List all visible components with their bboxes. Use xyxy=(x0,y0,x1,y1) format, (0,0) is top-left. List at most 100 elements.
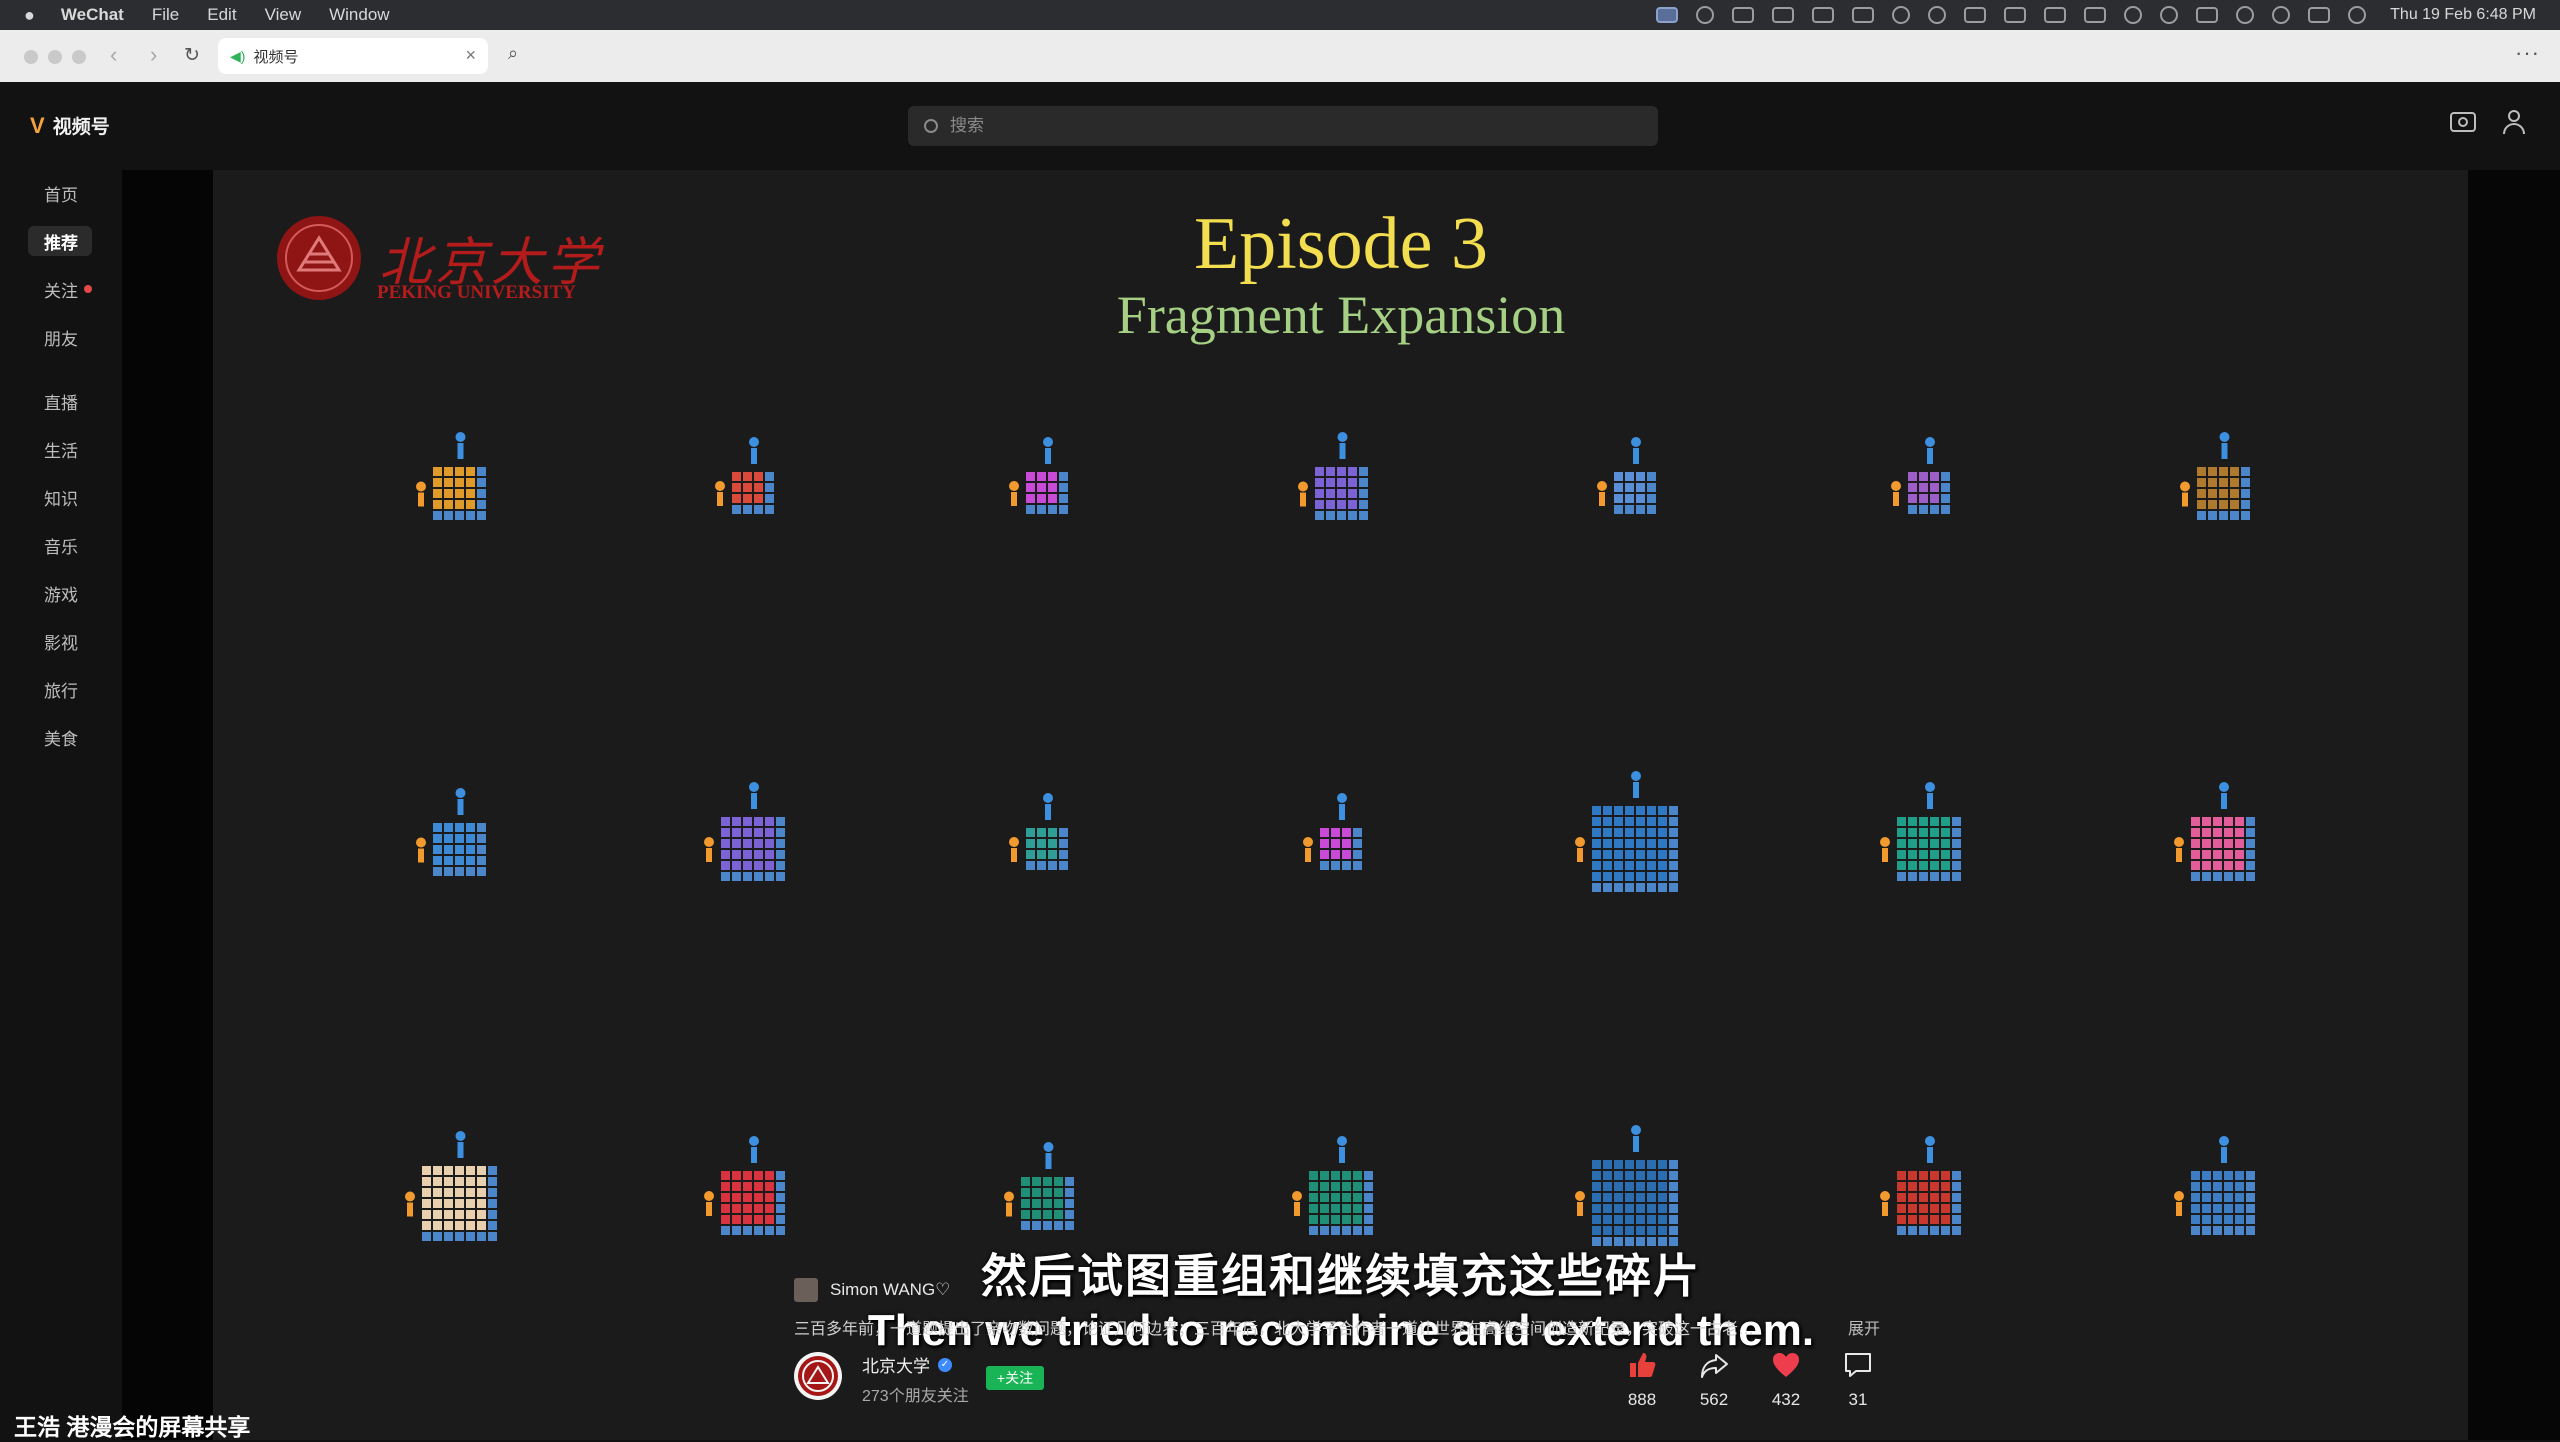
sidebar-item-following[interactable]: 关注 xyxy=(28,274,92,304)
fragment-figure xyxy=(1875,771,1981,897)
input-method-icon[interactable] xyxy=(2044,7,2067,23)
status-icons: Thu 19 Feb 6:48 PM xyxy=(1638,0,2536,30)
channel-name-row[interactable]: 北京大学 ✓ xyxy=(862,1352,952,1377)
fragment-figure xyxy=(999,1131,1094,1246)
screen-share-label: 王浩 港漫会的屏幕共享 xyxy=(14,1414,251,1440)
sidebar-item-label: 首页 xyxy=(44,185,78,205)
search-icon[interactable]: ⌕ xyxy=(508,43,518,64)
camera-icon[interactable] xyxy=(2450,112,2476,132)
notion-status-icon[interactable] xyxy=(1964,7,1987,23)
menu-view[interactable]: View xyxy=(265,5,302,25)
close-window-button[interactable] xyxy=(24,50,38,64)
play-status-icon[interactable] xyxy=(2124,6,2143,24)
sidebar-item-travel[interactable]: 旅行 xyxy=(28,674,92,704)
like-button[interactable]: 888 xyxy=(1612,1348,1672,1410)
user-icon[interactable] xyxy=(2502,110,2526,134)
right-margin xyxy=(2468,170,2560,1440)
window-status-icon[interactable] xyxy=(1772,7,1795,23)
clipboard-status-icon[interactable] xyxy=(1812,7,1835,23)
cloud-status-icon[interactable] xyxy=(1892,6,1911,24)
sidebar-item-film[interactable]: 影视 xyxy=(28,626,92,656)
fragment-figure xyxy=(400,1120,517,1257)
author-row[interactable]: Simon WANG♡ xyxy=(794,1278,950,1302)
share-button[interactable]: 562 xyxy=(1684,1348,1744,1410)
more-icon[interactable]: ··· xyxy=(2515,40,2540,66)
episode-subtitle: Fragment Expansion xyxy=(1116,285,1566,345)
fragment-figure xyxy=(1886,426,1970,530)
author-name: Simon WANG♡ xyxy=(830,1280,951,1299)
like-count: 888 xyxy=(1627,1390,1657,1409)
bluetooth-status-icon[interactable] xyxy=(2004,7,2027,23)
sidebar-item-life[interactable]: 生活 xyxy=(28,434,92,464)
fragment-figure xyxy=(2169,1125,2275,1251)
sidebar-item-food[interactable]: 美食 xyxy=(28,722,92,752)
thumbs-up-icon xyxy=(1612,1348,1672,1382)
channel-name: 北京大学 xyxy=(862,1357,930,1376)
wechat-status-icon[interactable] xyxy=(1928,6,1947,24)
system-menu-bar: ● WeChat File Edit View Window Thu 19 Fe… xyxy=(0,0,2560,30)
minimize-window-button[interactable] xyxy=(48,50,62,64)
search-input[interactable] xyxy=(948,115,1632,137)
close-tab-icon[interactable]: × xyxy=(465,45,476,66)
app-header: V 视频号 xyxy=(0,82,2560,170)
channel-avatar[interactable] xyxy=(794,1352,842,1400)
sidebar-item-recommended[interactable]: 推荐 xyxy=(28,226,92,256)
menu-file[interactable]: File xyxy=(152,5,179,25)
post-description: 三百多年前，一道题提出了亲吻数问题，论证几何边界；三百年后，北大学子合作者一道让… xyxy=(794,1321,1755,1338)
sidebar: 首页 推荐 关注 朋友 直播 生活 知识 音乐 游戏 影视 旅行 美食 xyxy=(0,170,122,1440)
fragment-figure xyxy=(699,1125,805,1251)
forward-icon[interactable]: › xyxy=(150,42,157,68)
photo-status-icon[interactable] xyxy=(1852,7,1875,23)
speaker-icon: ◀) xyxy=(230,47,246,64)
expand-link[interactable]: 展开 xyxy=(1848,1315,1880,1339)
control-center-icon[interactable] xyxy=(2308,7,2331,23)
battery-icon[interactable] xyxy=(2196,7,2219,23)
sidebar-item-label: 游戏 xyxy=(44,585,78,605)
calendar-status-icon[interactable] xyxy=(1732,7,1755,23)
sidebar-item-home[interactable]: 首页 xyxy=(28,178,92,208)
reload-icon[interactable]: ↻ xyxy=(184,44,200,67)
spotlight-icon[interactable] xyxy=(2272,6,2291,24)
back-icon[interactable]: ‹ xyxy=(110,42,117,68)
apple-menu-icon[interactable]: ● xyxy=(24,5,35,26)
sidebar-item-knowledge[interactable]: 知识 xyxy=(28,482,92,512)
sidebar-item-label: 朋友 xyxy=(44,329,78,349)
display-status-icon[interactable] xyxy=(2084,7,2107,23)
sidebar-item-live[interactable]: 直播 xyxy=(28,386,92,416)
fragment-figure xyxy=(1875,1125,1981,1251)
comment-icon xyxy=(1828,1348,1888,1382)
screen-share-status-icon[interactable] xyxy=(1656,7,1679,23)
fragment-figure xyxy=(2169,771,2275,897)
zoom-window-button[interactable] xyxy=(72,50,86,64)
channels-logo-icon: V xyxy=(30,112,45,138)
menu-app-name[interactable]: WeChat xyxy=(61,5,124,25)
sidebar-item-label: 音乐 xyxy=(44,537,78,557)
comment-button[interactable]: 31 xyxy=(1828,1348,1888,1410)
sidebar-item-friends[interactable]: 朋友 xyxy=(28,322,92,352)
video-frame[interactable]: 北京大学 PEKING UNIVERSITY Episode 3 Fragmen… xyxy=(213,170,2469,1440)
siri-icon[interactable] xyxy=(2348,6,2367,24)
browser-tab[interactable]: ◀) 视频号 × xyxy=(218,38,488,74)
fragment-figure xyxy=(1298,782,1382,886)
episode-title: Episode 3 xyxy=(1194,203,1488,285)
heart-button[interactable]: 432 xyxy=(1756,1348,1816,1410)
tab-title: 视频号 xyxy=(253,48,299,66)
follow-button[interactable]: +关注 xyxy=(986,1366,1044,1390)
wifi-icon[interactable] xyxy=(2236,6,2255,24)
search-bar[interactable] xyxy=(908,106,1658,146)
menu-edit[interactable]: Edit xyxy=(207,5,236,25)
verified-icon: ✓ xyxy=(938,1357,952,1372)
app-status-icon[interactable] xyxy=(1696,6,1715,24)
fragment-figure xyxy=(1592,426,1676,530)
sidebar-item-label: 关注 xyxy=(44,281,78,301)
menu-clock[interactable]: Thu 19 Feb 6:48 PM xyxy=(2390,6,2536,24)
sidebar-item-label: 生活 xyxy=(44,441,78,461)
sidebar-item-games[interactable]: 游戏 xyxy=(28,578,92,608)
menu-window[interactable]: Window xyxy=(329,5,389,25)
sidebar-item-label: 旅行 xyxy=(44,681,78,701)
sidebar-item-music[interactable]: 音乐 xyxy=(28,530,92,560)
fragment-figure xyxy=(411,777,506,892)
brand[interactable]: V 视频号 xyxy=(30,112,110,139)
account-status-icon[interactable] xyxy=(2160,6,2179,24)
video-player[interactable]: 北京大学 PEKING UNIVERSITY Episode 3 Fragmen… xyxy=(122,170,2469,1440)
